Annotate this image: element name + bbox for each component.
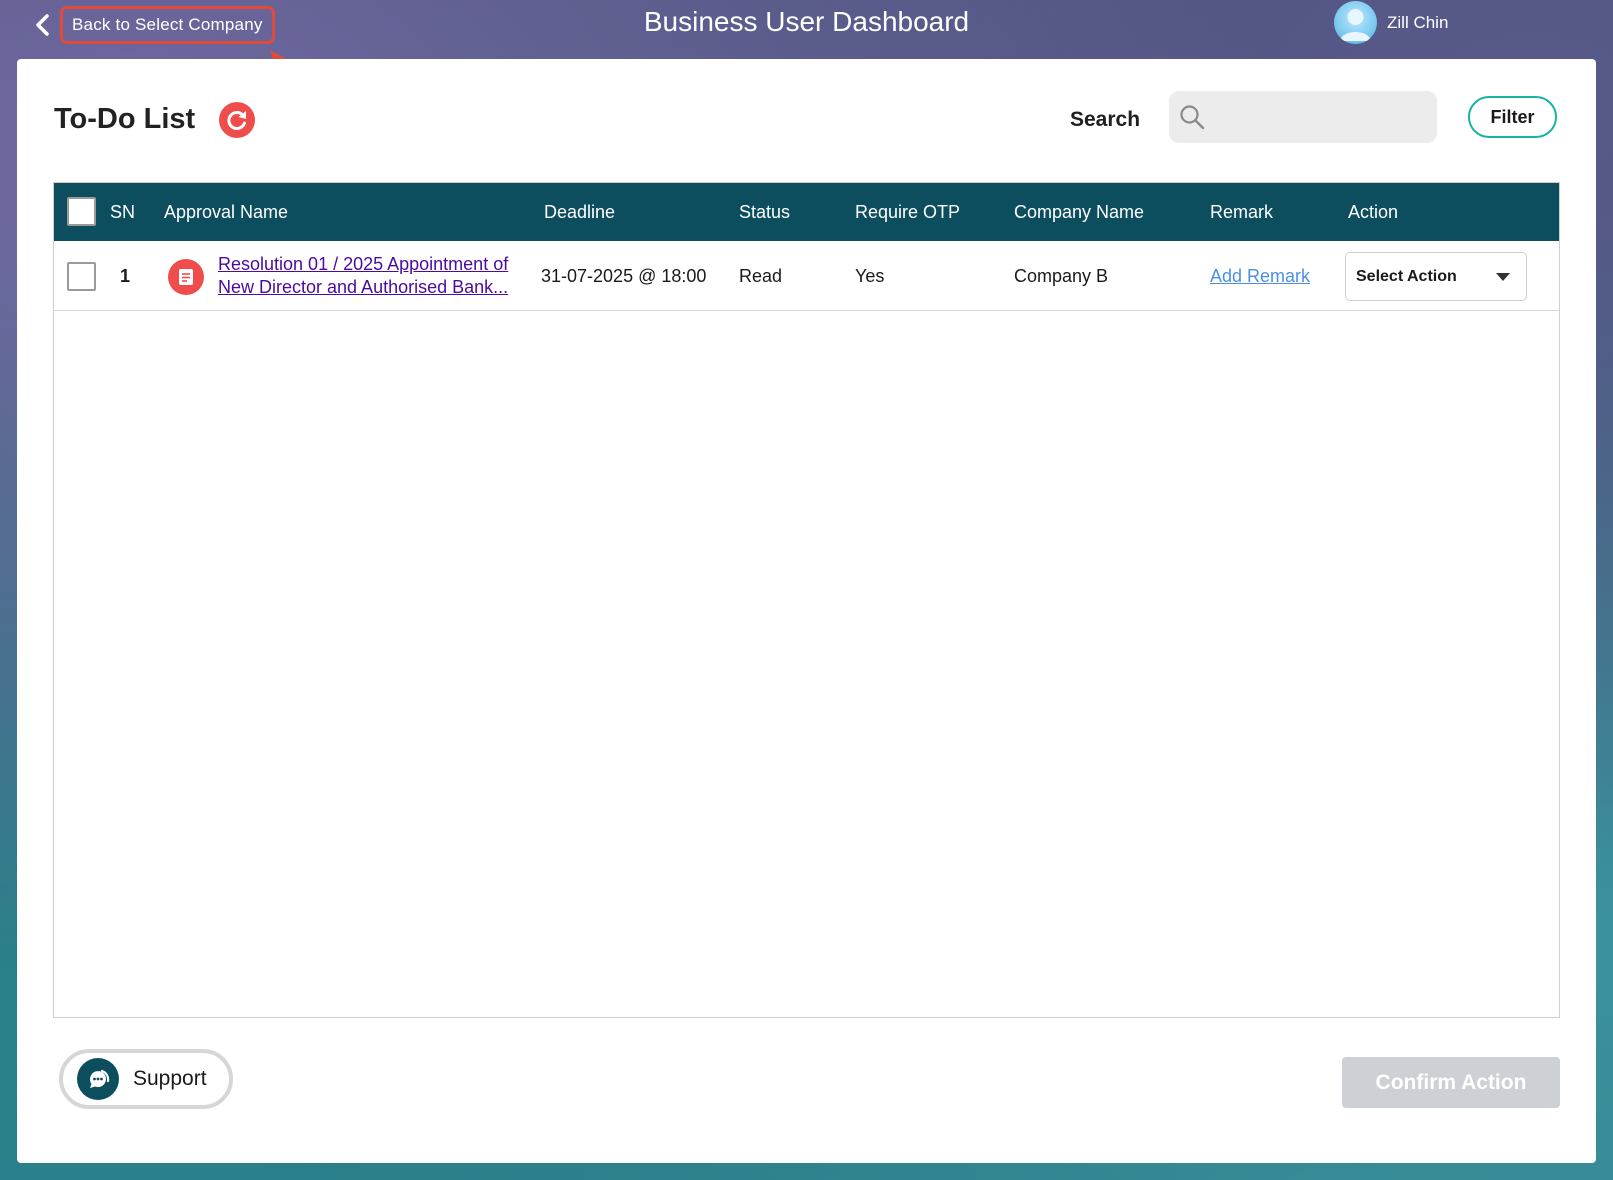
avatar-icon: [1340, 9, 1371, 41]
main-card: To-Do List Search Filter SN Approval Nam…: [17, 59, 1596, 1163]
refresh-button[interactable]: [219, 102, 255, 138]
select-all-checkbox[interactable]: [67, 197, 96, 226]
caret-down-icon: [1496, 272, 1510, 281]
row-sn: 1: [120, 266, 131, 286]
document-icon: [168, 259, 204, 295]
row-company-name: Company B: [1014, 266, 1109, 286]
search-label: Search: [1070, 108, 1141, 131]
chat-icon: [77, 1058, 119, 1100]
top-bar: Back to Select Company Business User Das…: [0, 0, 1613, 59]
todo-table: SN Approval Name Deadline Status Require…: [53, 182, 1560, 1018]
add-remark-link[interactable]: Add Remark: [1210, 266, 1310, 287]
row-checkbox[interactable]: [67, 262, 96, 291]
user-name: Zill Chin: [1387, 12, 1449, 32]
search-box[interactable]: [1169, 91, 1437, 143]
search-input[interactable]: [1205, 91, 1437, 143]
column-header-remark: Remark: [1210, 202, 1274, 222]
approval-name-line2[interactable]: New Director and Authorised Bank...: [218, 276, 528, 299]
row-status: Read: [739, 266, 783, 286]
table-header: SN Approval Name Deadline Status Require…: [54, 183, 1559, 241]
column-header-sn: SN: [110, 202, 136, 222]
approval-name-line1[interactable]: Resolution 01 / 2025 Appointment of: [218, 253, 528, 276]
support-button[interactable]: Support: [59, 1049, 233, 1109]
refresh-icon: [227, 111, 246, 130]
table-row: 1 Resolution 01 / 2025 Appointment of Ne…: [54, 241, 1559, 311]
column-header-approval-name: Approval Name: [164, 202, 289, 222]
column-header-deadline: Deadline: [544, 202, 616, 222]
column-header-action: Action: [1348, 202, 1399, 222]
todo-list-title: To-Do List: [54, 103, 196, 135]
confirm-action-button[interactable]: Confirm Action: [1342, 1057, 1560, 1108]
approval-name-link[interactable]: Resolution 01 / 2025 Appointment of New …: [218, 253, 528, 299]
action-select[interactable]: Select Action: [1345, 252, 1527, 301]
support-label: Support: [133, 1067, 207, 1090]
row-deadline: 31-07-2025 @ 18:00: [541, 266, 707, 286]
column-header-status: Status: [739, 202, 791, 222]
filter-button[interactable]: Filter: [1468, 96, 1557, 138]
avatar[interactable]: [1334, 1, 1377, 44]
column-header-company-name: Company Name: [1014, 202, 1145, 222]
row-require-otp: Yes: [855, 266, 885, 286]
search-icon: [1180, 105, 1205, 130]
action-select-value: Select Action: [1356, 267, 1457, 285]
user-profile[interactable]: Zill Chin: [1334, 1, 1448, 44]
column-header-require-otp: Require OTP: [855, 202, 961, 222]
